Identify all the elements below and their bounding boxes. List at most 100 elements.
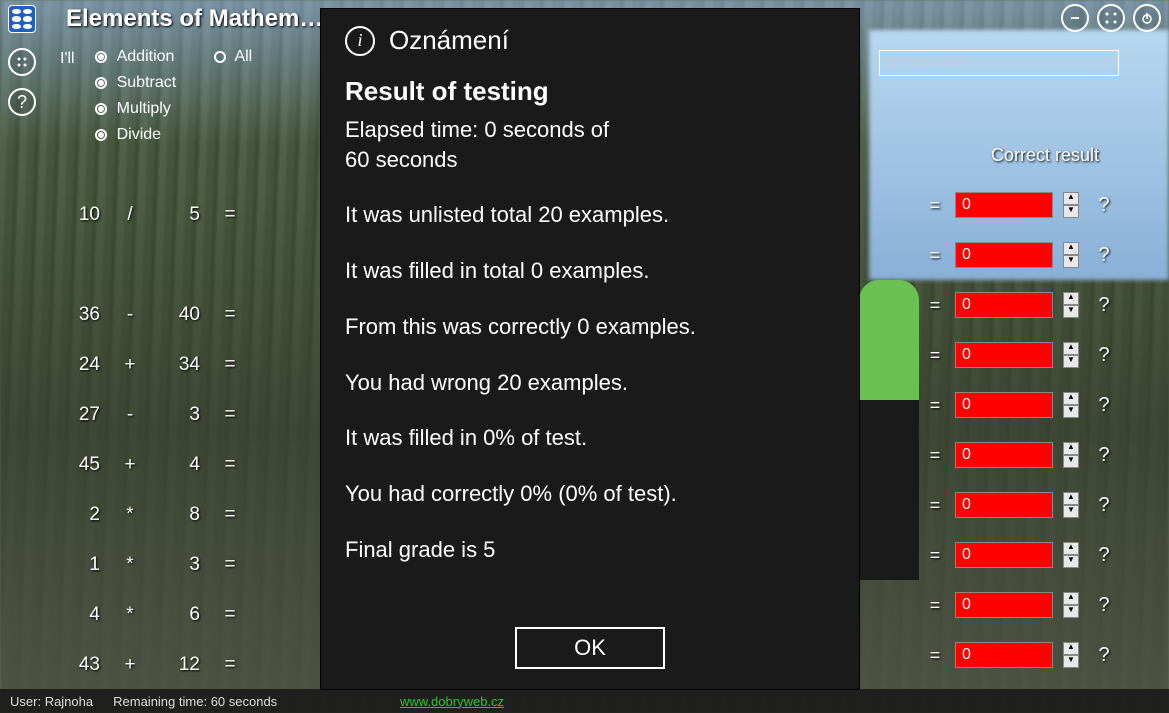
- maximize-button[interactable]: [1097, 4, 1125, 32]
- radio-divide[interactable]: Divide: [95, 126, 253, 144]
- result-input[interactable]: [955, 442, 1053, 468]
- spin-up-button[interactable]: ▲: [1063, 542, 1079, 555]
- spin-up-button[interactable]: ▲: [1063, 392, 1079, 405]
- radio-subtract[interactable]: Subtract: [95, 74, 253, 92]
- radio-addition[interactable]: Addition All: [95, 48, 253, 66]
- result-row: = ▲▼?: [925, 280, 1119, 330]
- radio-dot-icon: [95, 77, 107, 89]
- hint-button[interactable]: ?: [1089, 194, 1119, 217]
- equals-sign: =: [200, 604, 260, 626]
- operand-1: 36: [60, 304, 100, 326]
- result-modal: i Oznámení Result of testing Elapsed tim…: [320, 8, 860, 690]
- result-input[interactable]: [955, 342, 1053, 368]
- minimize-button[interactable]: [1061, 4, 1089, 32]
- result-input[interactable]: [955, 542, 1053, 568]
- hint-button[interactable]: ?: [1089, 244, 1119, 267]
- operator: +: [100, 354, 160, 376]
- info-icon: i: [345, 26, 375, 56]
- radio-multiply[interactable]: Multiply: [95, 100, 253, 118]
- hint-button[interactable]: ?: [1089, 294, 1119, 317]
- equals-sign: =: [925, 595, 945, 616]
- spin-up-button[interactable]: ▲: [1063, 442, 1079, 455]
- number-spinner: ▲▼: [1063, 342, 1079, 368]
- math-row: 2*8=: [60, 490, 260, 540]
- spin-down-button[interactable]: ▼: [1063, 555, 1079, 568]
- result-input[interactable]: [955, 242, 1053, 268]
- result-row: =▲▼?: [925, 630, 1119, 680]
- operand-2: 3: [160, 404, 200, 426]
- radio-label: Multiply: [117, 100, 171, 118]
- help-button[interactable]: ?: [8, 88, 36, 116]
- equals-sign: =: [200, 204, 260, 226]
- correct-result-header: Correct result: [991, 145, 1099, 166]
- hint-button[interactable]: ?: [1089, 344, 1119, 367]
- spin-up-button[interactable]: ▲: [1063, 192, 1079, 205]
- ok-button[interactable]: OK: [515, 627, 665, 669]
- math-row: 36-40=: [60, 290, 260, 340]
- spin-down-button[interactable]: ▼: [1063, 655, 1079, 668]
- operand-2: 34: [160, 354, 200, 376]
- hint-button[interactable]: ?: [1089, 394, 1119, 417]
- math-examples: 10/5= 36-40=24+34=27-3=45+4=2*8=1*3=4*6=…: [60, 190, 260, 690]
- radio-label: Divide: [117, 126, 161, 144]
- number-spinner: ▲▼: [1063, 442, 1079, 468]
- number-spinner: ▲▼: [1063, 292, 1079, 318]
- hint-button[interactable]: ?: [1089, 444, 1119, 467]
- modal-heading: Result of testing: [345, 74, 835, 109]
- operator: -: [100, 404, 160, 426]
- spin-up-button[interactable]: ▲: [1063, 642, 1079, 655]
- modal-filled: It was filled in total 0 examples.: [345, 256, 835, 286]
- result-input[interactable]: [955, 392, 1053, 418]
- spin-down-button[interactable]: ▼: [1063, 305, 1079, 318]
- spin-down-button[interactable]: ▼: [1063, 355, 1079, 368]
- spin-up-button[interactable]: ▲: [1063, 342, 1079, 355]
- spin-down-button[interactable]: ▼: [1063, 605, 1079, 618]
- equals-sign: =: [200, 454, 260, 476]
- hint-button[interactable]: ?: [1089, 494, 1119, 517]
- radio-dot-icon: [95, 51, 107, 63]
- result-input[interactable]: [955, 642, 1053, 668]
- result-input[interactable]: [955, 592, 1053, 618]
- math-row: 45+4=: [60, 440, 260, 490]
- result-column: =▲▼?=▲▼?=▲▼?=▲▼?=▲▼?=▲▼?=▲▼?=▲▼?=▲▼?=▲▼?: [925, 180, 1119, 680]
- result-row: = ▲▼?: [925, 230, 1119, 280]
- result-row: =▲▼?: [925, 180, 1119, 230]
- result-input[interactable]: [955, 492, 1053, 518]
- spin-up-button[interactable]: ▲: [1063, 492, 1079, 505]
- number-spinner: ▲▼: [1063, 492, 1079, 518]
- spin-up-button[interactable]: ▲: [1063, 242, 1079, 255]
- spin-down-button[interactable]: ▼: [1063, 455, 1079, 468]
- spin-down-button[interactable]: ▼: [1063, 255, 1079, 268]
- operand-1: 24: [60, 354, 100, 376]
- operand-2: 6: [160, 604, 200, 626]
- equals-sign: =: [925, 295, 945, 316]
- equals-sign: =: [925, 345, 945, 366]
- result-row: =▲▼?: [925, 480, 1119, 530]
- operand-1: 45: [60, 454, 100, 476]
- spin-down-button[interactable]: ▼: [1063, 205, 1079, 218]
- spin-up-button[interactable]: ▲: [1063, 292, 1079, 305]
- spin-down-button[interactable]: ▼: [1063, 505, 1079, 518]
- radio-label: Addition: [117, 48, 175, 66]
- operator: -: [100, 304, 160, 326]
- operand-1: 2: [60, 504, 100, 526]
- math-row: 24+34=: [60, 340, 260, 390]
- result-row: =▲▼?: [925, 430, 1119, 480]
- hint-button[interactable]: ?: [1089, 594, 1119, 617]
- menu-button[interactable]: [8, 48, 36, 76]
- equals-sign: =: [925, 395, 945, 416]
- hint-button[interactable]: ?: [1089, 644, 1119, 667]
- radio-all[interactable]: All: [214, 48, 252, 66]
- equals-sign: =: [925, 245, 945, 266]
- spin-down-button[interactable]: ▼: [1063, 405, 1079, 418]
- modal-body: Result of testing Elapsed time: 0 second…: [345, 74, 835, 564]
- result-input[interactable]: [955, 192, 1053, 218]
- footer-link[interactable]: www.dobryweb.cz: [400, 694, 504, 709]
- operand-2: 40: [160, 304, 200, 326]
- operand-2: 4: [160, 454, 200, 476]
- hint-button[interactable]: ?: [1089, 544, 1119, 567]
- spin-up-button[interactable]: ▲: [1063, 592, 1079, 605]
- equals-sign: =: [925, 545, 945, 566]
- power-button[interactable]: [1133, 4, 1161, 32]
- result-input[interactable]: [955, 292, 1053, 318]
